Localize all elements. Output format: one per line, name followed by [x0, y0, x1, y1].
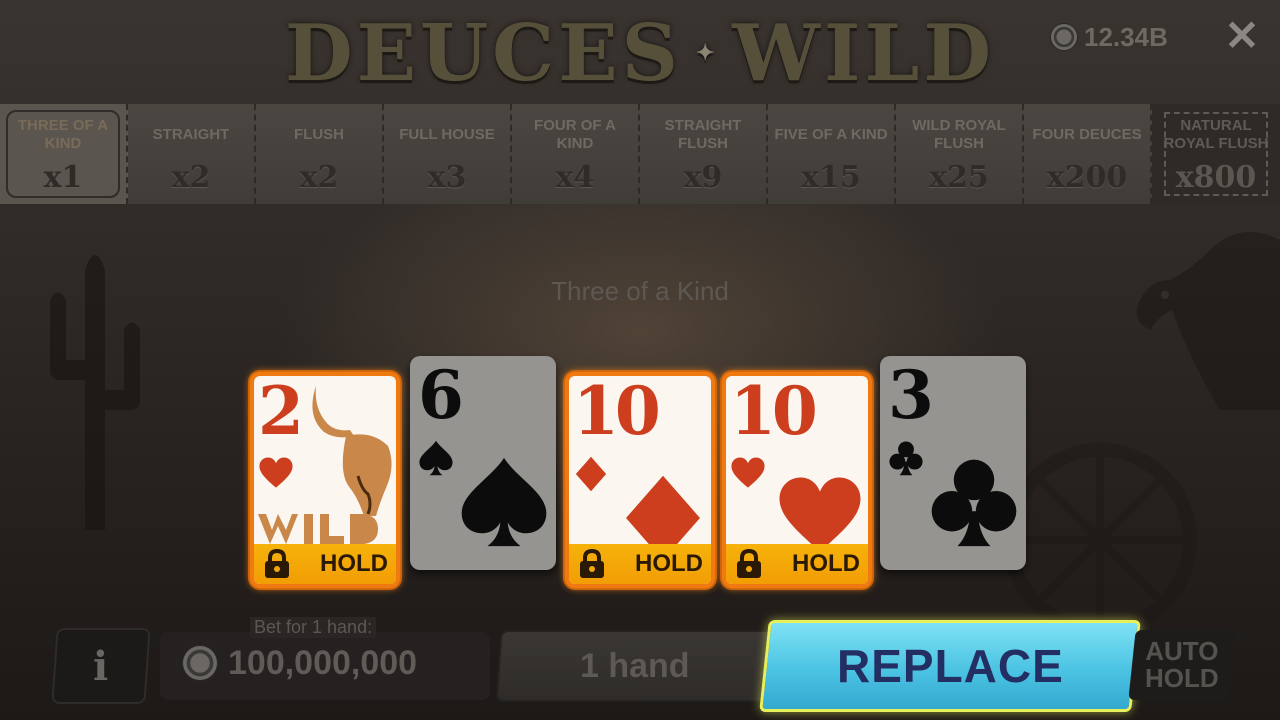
paytable-hand-name: STRAIGHT FLUSH: [664, 117, 742, 152]
paytable-hand-name: FLUSH: [294, 126, 344, 143]
paytable-entry: STRAIGHT x2: [128, 104, 256, 204]
bet-label: Bet for 1 hand:: [250, 617, 377, 638]
paytable-hand-name: FOUR OF A KIND: [534, 117, 616, 152]
paytable-entry: STRAIGHT FLUSH x9: [640, 104, 768, 204]
hearts-icon: [731, 457, 765, 488]
card-rank: 10: [573, 372, 661, 450]
card-rank: 2: [258, 372, 304, 450]
card-rank: 6: [418, 356, 464, 434]
paytable-multiplier: x1: [43, 160, 83, 195]
paytable-entry: THREE OF A KIND x1: [0, 104, 128, 204]
sparkle-icon: ✦: [695, 40, 719, 66]
paytable-hand-name: WILD ROYAL FLUSH: [912, 117, 1006, 152]
paytable-multiplier: x2: [299, 160, 339, 195]
paytable-hand-name: FIVE OF A KIND: [774, 126, 888, 143]
auto-hold-button[interactable]: AUTO HOLD: [1128, 630, 1236, 700]
clubs-large-icon: [931, 459, 1017, 547]
diamonds-icon: [575, 456, 607, 492]
lock-icon: [580, 548, 604, 578]
hold-indicator: HOLD: [569, 544, 711, 584]
balance-display: 12.34B: [1050, 20, 1168, 54]
paytable-entry: FOUR DEUCES x200: [1024, 104, 1152, 204]
paytable-multiplier: x3: [427, 160, 467, 195]
cactus-icon: [50, 255, 140, 530]
paytable-multiplier: x2: [171, 160, 211, 195]
bet-amount[interactable]: 100,000,000: [182, 640, 417, 686]
chip-icon: [182, 645, 218, 681]
paytable-entry: FIVE OF A KIND x15: [768, 104, 896, 204]
balance-value: 12.34B: [1084, 21, 1168, 52]
paytable-multiplier: x4: [555, 160, 595, 195]
paytable-entry: WILD ROYAL FLUSH x25: [896, 104, 1024, 204]
paytable-multiplier: x15: [801, 160, 861, 195]
paytable-entry: FOUR OF A KIND x4: [512, 104, 640, 204]
hands-label: 1 hand: [580, 646, 690, 685]
hands-selector-button[interactable]: 1 hand: [495, 630, 775, 702]
clubs-icon: [889, 441, 923, 476]
title-left: DEUCES: [285, 7, 682, 99]
hold-label: HOLD: [792, 550, 860, 577]
info-icon: i: [93, 642, 109, 690]
paytable-entry: FLUSH x2: [256, 104, 384, 204]
wagon-wheel-icon: [1003, 443, 1197, 637]
paytable-multiplier: x9: [683, 160, 723, 195]
playing-card-10-hearts[interactable]: 10 HOLD: [722, 372, 872, 588]
paytable-hand-name: FOUR DEUCES: [1032, 126, 1142, 143]
hand-result: Three of a Kind: [551, 276, 729, 306]
paytable-hand-name: STRAIGHT: [152, 126, 230, 143]
title-right: WILD: [732, 7, 995, 99]
card-rank: 10: [730, 372, 818, 450]
paytable-entry: FULL HOUSE x3: [384, 104, 512, 204]
playing-card-6-spades[interactable]: 6: [410, 356, 556, 570]
hold-indicator: HOLD: [726, 544, 868, 584]
paytable-entry: NATURAL ROYAL FLUSH x800: [1152, 104, 1280, 204]
paytable-multiplier: x800: [1175, 160, 1257, 195]
info-button[interactable]: i: [51, 628, 151, 704]
paytable-multiplier: x200: [1046, 160, 1128, 195]
hold-label: HOLD: [320, 550, 388, 577]
spades-icon: [419, 440, 453, 476]
close-icon: ✕: [1224, 12, 1260, 59]
lock-icon: [265, 548, 289, 578]
bet-value: 100,000,000: [228, 643, 418, 682]
replace-button[interactable]: REPLACE: [759, 620, 1141, 712]
vulture-icon: [1136, 232, 1280, 410]
game-title: DEUCES ✦ WILD: [285, 8, 991, 99]
playing-card-3-clubs[interactable]: 3: [880, 356, 1026, 570]
hearts-icon: [259, 457, 293, 488]
paytable-hand-name: THREE OF A KIND: [17, 117, 109, 152]
playing-card-10-diamonds[interactable]: 10 HOLD: [565, 372, 715, 588]
auto-hold-label: AUTO HOLD: [1145, 636, 1219, 693]
chip-icon: [1050, 23, 1078, 51]
hold-label: HOLD: [635, 550, 703, 577]
paytable: THREE OF A KIND x1 STRAIGHT x2 FLUSH x2 FULL H…: [0, 104, 1280, 204]
card-rank: 3: [888, 356, 934, 434]
paytable-multiplier: x25: [929, 160, 989, 195]
paytable-hand-name: NATURAL ROYAL FLUSH: [1163, 117, 1269, 152]
paytable-hand-name: FULL HOUSE: [399, 126, 495, 143]
lock-icon: [737, 548, 761, 578]
close-button[interactable]: ✕: [1222, 15, 1262, 57]
replace-label: REPLACE: [836, 640, 1064, 692]
playing-card-2-hearts[interactable]: 2 HOLD: [250, 372, 400, 588]
hold-indicator: HOLD: [254, 544, 396, 584]
spades-large-icon: [461, 457, 547, 547]
